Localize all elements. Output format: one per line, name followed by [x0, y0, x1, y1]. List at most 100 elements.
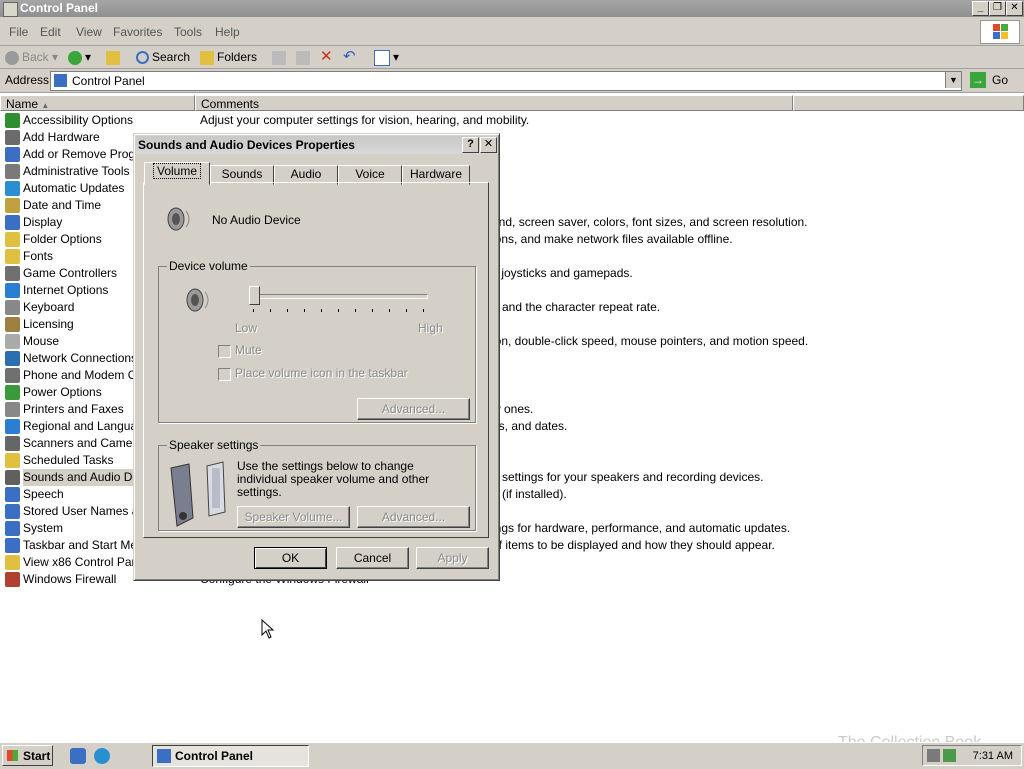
- menu-favorites[interactable]: Favorites: [113, 25, 162, 39]
- windows-logo-icon: [980, 20, 1020, 44]
- dialog-close-button[interactable]: ✕: [480, 137, 497, 153]
- start-button[interactable]: Start: [2, 745, 53, 766]
- volume-slider-thumb[interactable]: [249, 286, 260, 305]
- cancel-button[interactable]: Cancel: [336, 547, 409, 569]
- menu-file[interactable]: File: [9, 25, 28, 39]
- slider-tick: [287, 309, 288, 312]
- restore-button[interactable]: ❐: [989, 1, 1006, 16]
- forward-button[interactable]: ▾: [68, 49, 91, 65]
- volume-tab-panel: No Audio Device Device volume Low High M…: [143, 182, 489, 538]
- views-button[interactable]: ▾: [374, 49, 399, 66]
- control-panel-icon: [54, 74, 67, 87]
- tray-security-icon[interactable]: [943, 749, 956, 762]
- device-name: No Audio Device: [212, 213, 301, 227]
- column-header-comments[interactable]: Comments: [195, 95, 793, 111]
- place-volume-icon-checkbox[interactable]: [218, 368, 231, 381]
- taskbar-control-panel[interactable]: Control Panel: [152, 745, 309, 767]
- speaker-settings-group: Speaker settings Use the settings below …: [158, 438, 476, 531]
- mute-checkbox[interactable]: [218, 345, 231, 358]
- undo-button[interactable]: ↶: [343, 49, 356, 65]
- internet-explorer-icon[interactable]: [94, 748, 110, 764]
- item-comment: ion, double-click speed, mouse pointers,…: [492, 334, 809, 348]
- ok-button[interactable]: OK: [254, 547, 327, 569]
- control-panel-icon: [3, 2, 18, 17]
- back-arrow-icon: [5, 50, 19, 65]
- up-folder-icon: [106, 50, 120, 65]
- item-comment: e settings for your speakers and recordi…: [492, 470, 764, 484]
- copy-to-icon: [296, 50, 310, 65]
- delete-icon: ✕: [320, 48, 333, 65]
- item-comment: s joysticks and gamepads.: [492, 266, 633, 280]
- clock[interactable]: 7:31 AM: [973, 750, 1013, 762]
- go-arrow-icon: →: [970, 72, 986, 88]
- search-icon: [136, 51, 149, 65]
- slider-tick: [304, 309, 305, 312]
- tray-network-icon[interactable]: [927, 749, 940, 762]
- speaker-icon: [167, 207, 190, 231]
- address-input[interactable]: Control Panel ▼: [50, 71, 962, 91]
- slider-tick: [321, 309, 322, 312]
- volume-high-label: High: [418, 321, 443, 335]
- address-dropdown-arrow[interactable]: ▼: [945, 72, 961, 88]
- menu-view[interactable]: View: [76, 25, 102, 39]
- tab-volume[interactable]: Volume: [144, 162, 210, 185]
- item-comment: es, and dates.: [492, 419, 568, 433]
- go-button[interactable]: → Go: [968, 71, 1016, 89]
- back-button[interactable]: Back ▾: [5, 49, 58, 65]
- dialog-title: Sounds and Audio Devices Properties: [138, 138, 355, 152]
- device-volume-label: Device volume: [167, 259, 250, 273]
- move-to-button[interactable]: [272, 49, 289, 65]
- speaker-settings-label: Speaker settings: [167, 438, 261, 452]
- control-panel-icon: [157, 749, 171, 763]
- close-button[interactable]: ✕: [1006, 1, 1023, 16]
- speaker-settings-description: Use the settings below to change individ…: [237, 459, 430, 499]
- help-button[interactable]: ?: [462, 137, 479, 153]
- menu-help[interactable]: Help: [215, 25, 240, 39]
- slider-tick: [338, 309, 339, 312]
- speaker-advanced-button[interactable]: Advanced...: [357, 506, 470, 528]
- menu-tools[interactable]: Tools: [174, 25, 202, 39]
- item-comment: n (if installed).: [492, 487, 567, 501]
- taskbar: Start Control Panel 7:31 AM: [0, 742, 1024, 769]
- toolbar: Back ▾ ▾ Search Folders ✕ ↶ ▾: [0, 46, 1024, 69]
- show-desktop-icon[interactable]: [70, 748, 86, 764]
- item-comment: ions, and make network files available o…: [492, 232, 733, 246]
- item-comment: of items to be displayed and how they sh…: [492, 538, 775, 552]
- copy-to-button[interactable]: [296, 49, 313, 65]
- item-comment: Adjust your computer settings for vision…: [200, 113, 530, 127]
- slider-tick: [270, 309, 271, 312]
- slider-tick: [372, 309, 373, 312]
- folders-button[interactable]: Folders: [200, 49, 257, 65]
- windows-flag-icon: [7, 750, 18, 761]
- volume-slider-track[interactable]: [251, 294, 428, 299]
- menu-edit[interactable]: Edit: [40, 25, 61, 39]
- speaker-volume-button[interactable]: Speaker Volume...: [237, 506, 350, 528]
- forward-arrow-icon: [68, 50, 82, 65]
- delete-button[interactable]: ✕: [320, 49, 333, 65]
- mute-label: Mute: [235, 343, 262, 357]
- move-to-icon: [272, 50, 286, 65]
- slider-tick: [253, 309, 254, 312]
- window-title-bar: Control Panel _ ❐ ✕: [0, 0, 1024, 17]
- volume-speaker-icon: [186, 288, 209, 312]
- undo-icon: ↶: [343, 48, 356, 65]
- apply-button[interactable]: Apply: [416, 547, 489, 569]
- speakers-icon: [170, 461, 226, 527]
- search-button[interactable]: Search: [136, 49, 190, 65]
- system-tray: 7:31 AM: [922, 745, 1022, 766]
- menu-bar: File Edit View Favorites Tools Help: [0, 17, 1024, 46]
- up-folder-button[interactable]: [106, 49, 123, 65]
- device-volume-group: Device volume Low High Mute Place volume…: [158, 259, 476, 423]
- item-comment: und, screen saver, colors, font sizes, a…: [492, 215, 808, 229]
- sounds-audio-dialog: Sounds and Audio Devices Properties ? ✕ …: [133, 133, 500, 581]
- volume-advanced-button[interactable]: Advanced...: [357, 398, 470, 420]
- slider-tick: [406, 309, 407, 312]
- minimize-button[interactable]: _: [972, 1, 989, 16]
- item-comment: e and the character repeat rate.: [492, 300, 661, 314]
- item-comment: ings for hardware, performance, and auto…: [492, 521, 791, 535]
- place-volume-icon-label: Place volume icon in the taskbar: [235, 366, 408, 380]
- slider-tick: [423, 309, 424, 312]
- column-header-name[interactable]: Name ▲: [0, 95, 195, 111]
- folders-icon: [200, 50, 214, 65]
- address-value: Control Panel: [72, 74, 145, 88]
